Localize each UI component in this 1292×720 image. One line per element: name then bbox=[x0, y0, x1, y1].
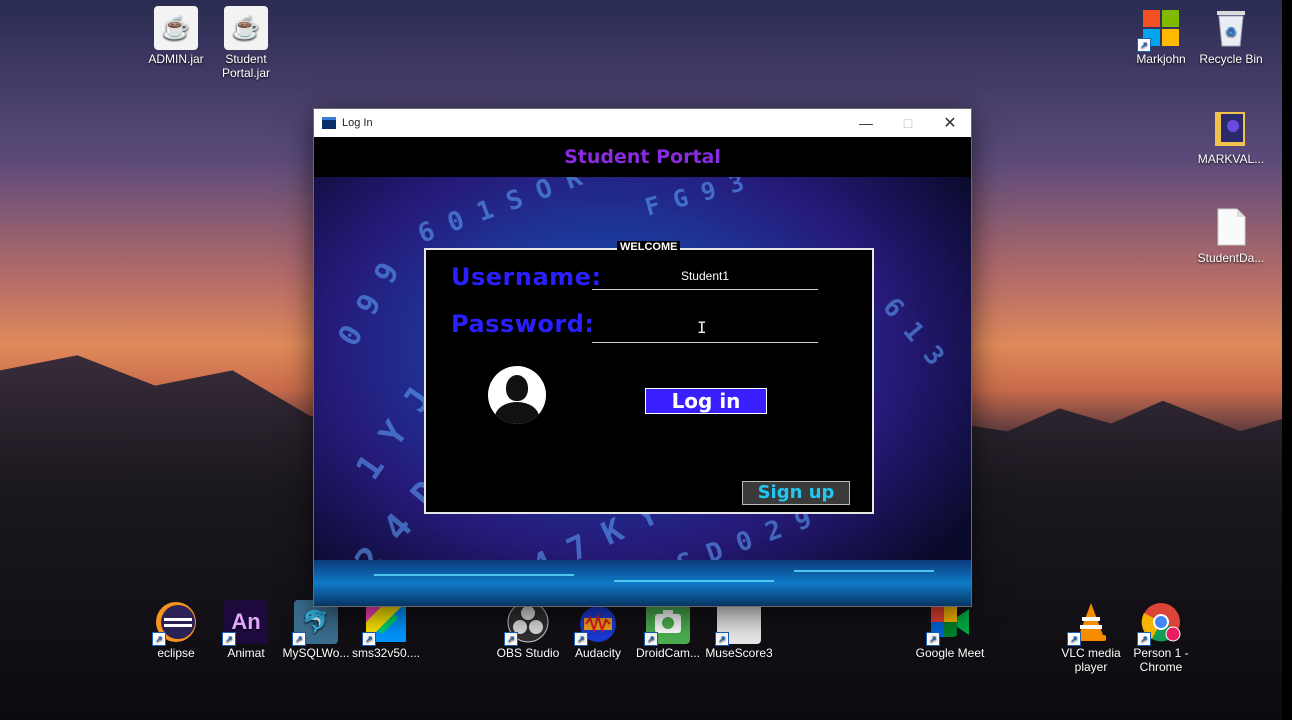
background-glyphs: 0 9 9 bbox=[331, 256, 407, 353]
desktop-icon-markval[interactable]: MARKVAL... bbox=[1195, 106, 1267, 166]
background-glyphs: 6 0 1 S O R bbox=[414, 177, 587, 250]
close-button[interactable]: ✕ bbox=[929, 109, 971, 137]
animate-icon: An ↗ bbox=[222, 600, 268, 646]
login-panel: WELCOME Username: Student1 Password: I L… bbox=[424, 241, 874, 514]
desktop-icon-chrome-person1[interactable]: ↗ Person 1 - Chrome bbox=[1125, 600, 1197, 674]
java-icon: ☕ bbox=[224, 6, 268, 50]
signup-button[interactable]: Sign up bbox=[742, 481, 850, 505]
file-icon bbox=[1209, 205, 1253, 249]
circuit-strip bbox=[314, 560, 971, 606]
title-bar[interactable]: Log In — □ ✕ bbox=[314, 109, 971, 137]
desktop-icon-label: OBS Studio bbox=[496, 646, 560, 660]
text-cursor-icon: I bbox=[697, 318, 707, 337]
screen-edge bbox=[1282, 0, 1292, 720]
folder-icon bbox=[1209, 106, 1253, 150]
desktop-icon-audacity[interactable]: ↗ Audacity bbox=[562, 600, 634, 660]
minimize-button[interactable]: — bbox=[845, 109, 887, 137]
password-label: Password: bbox=[451, 310, 595, 338]
desktop-icon-markjohn[interactable]: ↗ Markjohn bbox=[1125, 6, 1197, 66]
java-window-icon bbox=[322, 117, 336, 129]
desktop-icon-label: MuseScore3 bbox=[705, 646, 773, 660]
desktop-icon-label: MySQLWo... bbox=[282, 646, 350, 660]
desktop-icon-admin-jar[interactable]: ☕ ADMIN.jar bbox=[140, 6, 212, 66]
desktop-icon-student-portal-jar[interactable]: ☕ Student Portal.jar bbox=[210, 6, 282, 80]
recycle-bin-icon: ♻ bbox=[1209, 6, 1253, 50]
desktop-icon-label: eclipse bbox=[157, 646, 195, 660]
desktop-icon-label: Student Portal.jar bbox=[221, 52, 271, 80]
svg-text:♻: ♻ bbox=[1226, 25, 1237, 39]
window-title: Log In bbox=[342, 117, 373, 129]
login-button[interactable]: Log in bbox=[645, 388, 767, 414]
desktop-icon-label: Audacity bbox=[574, 646, 622, 660]
desktop-icon-recycle-bin[interactable]: ♻ Recycle Bin bbox=[1195, 6, 1267, 66]
background-glyphs: 6 1 3 bbox=[876, 292, 950, 372]
desktop-icon-eclipse[interactable]: ↗ eclipse bbox=[140, 600, 212, 660]
eclipse-icon: ↗ bbox=[152, 600, 198, 646]
desktop-icon-label: Person 1 - Chrome bbox=[1133, 646, 1189, 674]
desktop-icon-label: sms32v50.... bbox=[351, 646, 421, 660]
portal-header: Student Portal bbox=[314, 137, 971, 177]
desktop-icon-droidcam[interactable]: ↗ DroidCam... bbox=[632, 600, 704, 660]
username-field[interactable]: Student1 bbox=[592, 263, 818, 290]
java-icon: ☕ bbox=[154, 6, 198, 50]
desktop-icon-google-meet[interactable]: ↗ Google Meet bbox=[914, 600, 986, 660]
panel-legend: WELCOME bbox=[617, 241, 681, 253]
desktop-icon-musescore[interactable]: ↗ MuseScore3 bbox=[703, 600, 775, 660]
vlc-cone-icon: ↗ bbox=[1067, 600, 1113, 646]
username-label: Username: bbox=[451, 263, 602, 291]
desktop-icon-label: Animat bbox=[227, 646, 265, 660]
windows-logo-icon: ↗ bbox=[1137, 6, 1183, 52]
maximize-button[interactable]: □ bbox=[887, 109, 929, 137]
background-glyphs: F G 9 3 bbox=[642, 177, 748, 222]
desktop-icon-obs-studio[interactable]: ↗ OBS Studio bbox=[492, 600, 564, 660]
user-avatar-icon bbox=[488, 366, 546, 424]
desktop-icon-label: Recycle Bin bbox=[1199, 52, 1263, 66]
desktop-icon-label: Google Meet bbox=[915, 646, 985, 660]
desktop-icon-sms32[interactable]: ↗ sms32v50.... bbox=[350, 600, 422, 660]
chrome-icon: ↗ bbox=[1137, 600, 1183, 646]
desktop-icon-label: DroidCam... bbox=[635, 646, 700, 660]
desktop-icon-label: MARKVAL... bbox=[1197, 152, 1265, 166]
desktop-icon-label: StudentDa... bbox=[1197, 251, 1265, 265]
desktop-icon-studentda[interactable]: StudentDa... bbox=[1195, 205, 1267, 265]
desktop-icon-animate[interactable]: An ↗ Animat bbox=[210, 600, 282, 660]
desktop-icon-label: Markjohn bbox=[1136, 52, 1186, 66]
desktop-icon-label: VLC media player bbox=[1061, 646, 1121, 674]
desktop-icon-label: ADMIN.jar bbox=[148, 52, 204, 66]
desktop-icon-mysql-workbench[interactable]: 🐬 ↗ MySQLWo... bbox=[280, 600, 352, 660]
portal-title: Student Portal bbox=[564, 146, 721, 168]
desktop-icon-vlc[interactable]: ↗ VLC media player bbox=[1055, 600, 1127, 674]
login-window: Log In — □ ✕ Student Portal 6 0 1 S O R … bbox=[313, 108, 972, 607]
